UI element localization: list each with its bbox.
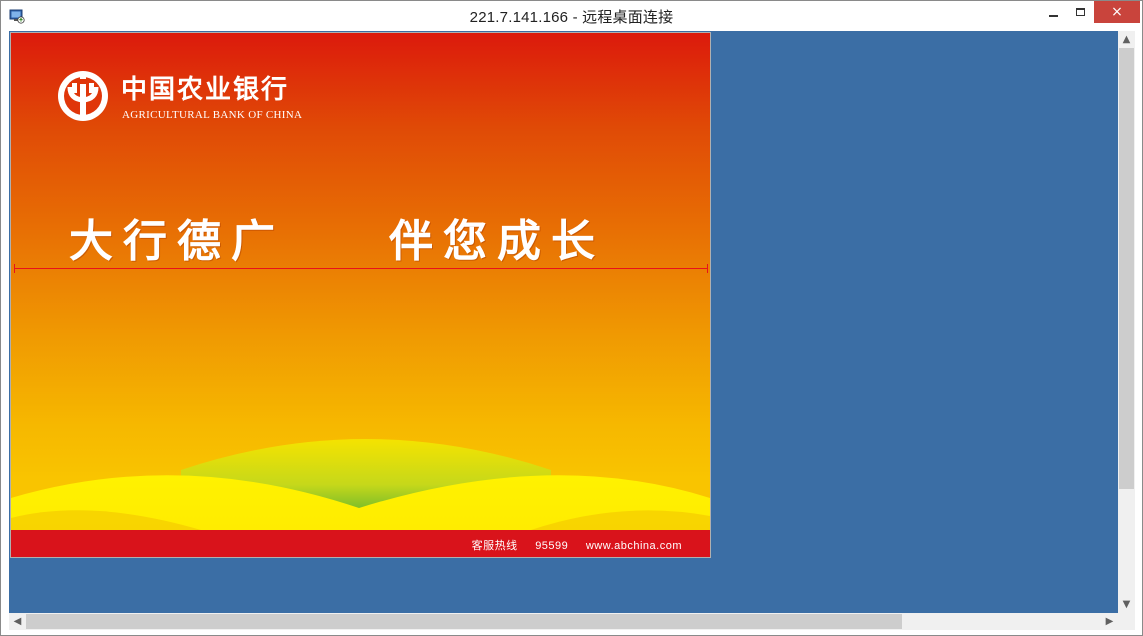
slogan-part-1: 大行德广 (69, 216, 285, 267)
close-button[interactable]: × (1094, 1, 1140, 23)
scrollbar-corner (1118, 613, 1135, 630)
minimize-icon (1048, 15, 1058, 17)
horizontal-scroll-thumb[interactable] (26, 614, 902, 629)
hotline-number: 95599 (535, 540, 569, 552)
scroll-right-arrow[interactable]: ▶ (1101, 613, 1118, 630)
title-bar[interactable]: 221.7.141.166 - 远程桌面连接 × (1, 1, 1142, 31)
bank-name-english: AGRICULTURAL BANK OF CHINA (122, 109, 303, 121)
remote-viewport[interactable]: 中国农业银行 AGRICULTURAL BANK OF CHINA 大行德广 伴… (9, 31, 1118, 613)
footer-text: 客服热线 95599 www.abchina.com (458, 537, 682, 553)
bank-splash-screen: 中国农业银行 AGRICULTURAL BANK OF CHINA 大行德广 伴… (10, 32, 711, 558)
vertical-scroll-thumb[interactable] (1119, 48, 1134, 489)
scroll-up-arrow[interactable]: ▲ (1118, 31, 1135, 48)
abc-logo-icon (58, 71, 108, 121)
footer-bar: 客服热线 95599 www.abchina.com (11, 530, 710, 557)
close-icon: × (1111, 4, 1123, 20)
scroll-down-arrow[interactable]: ▼ (1118, 596, 1135, 613)
window-title: 221.7.141.166 - 远程桌面连接 (469, 9, 674, 26)
hotline-label: 客服热线 (471, 540, 518, 552)
minimize-button[interactable] (1040, 1, 1066, 23)
website-link[interactable]: www.abchina.com (586, 540, 682, 552)
maximize-button[interactable] (1066, 1, 1094, 23)
horizontal-scrollbar[interactable]: ◀ ▶ (9, 613, 1118, 630)
divider-line (14, 264, 708, 273)
bank-name-chinese: 中国农业银行 (121, 75, 290, 105)
slogan-part-2: 伴您成长 (389, 216, 605, 267)
remote-desktop-window: 221.7.141.166 - 远程桌面连接 × 中国农业银行 AGRICULT… (0, 0, 1143, 636)
scroll-left-arrow[interactable]: ◀ (9, 613, 26, 630)
hills-graphic (11, 439, 710, 530)
maximize-icon (1075, 8, 1085, 16)
vertical-scrollbar[interactable]: ▲ ▼ (1118, 31, 1135, 613)
